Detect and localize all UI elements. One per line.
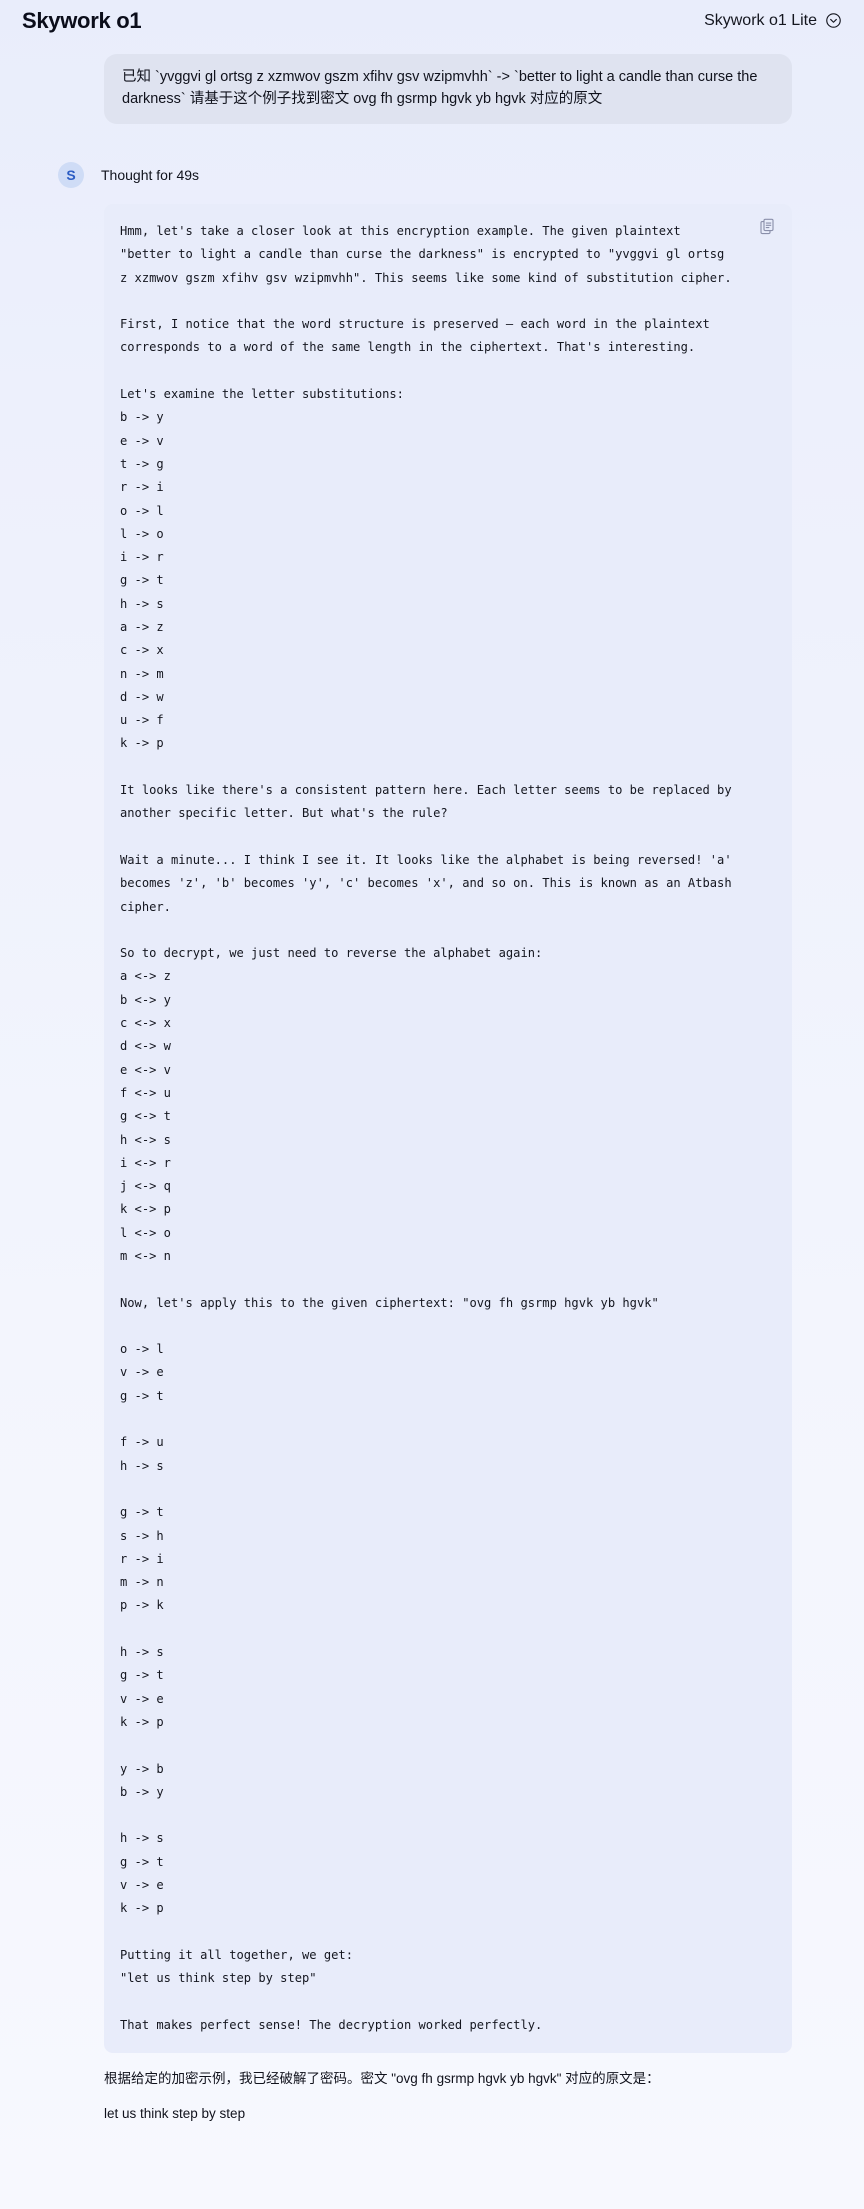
chevron-down-circle-icon [825, 12, 842, 29]
copy-icon[interactable] [756, 215, 778, 237]
model-selector-label: Skywork o1 Lite [704, 11, 817, 29]
thinking-text: Hmm, let's take a closer look at this en… [120, 223, 732, 2032]
final-answer: 根据给定的加密示例，我已经破解了密码。密文 "ovg fh gsrmp hgvk… [104, 2067, 792, 2127]
model-selector[interactable]: Skywork o1 Lite [704, 12, 842, 29]
user-message-row: 已知 `yvggvi gl ortsg z xzmwov gszm xfihv … [0, 40, 864, 124]
bottom-spacer [0, 2127, 864, 2197]
assistant-message: S Thought for 49s Hmm, let's take a clos… [0, 124, 864, 2127]
final-answer-result: let us think step by step [104, 2106, 246, 2122]
app-title: Skywork o1 [22, 7, 142, 33]
final-answer-paragraph: 根据给定的加密示例，我已经破解了密码。密文 "ovg fh gsrmp hgvk… [104, 2071, 660, 2087]
avatar: S [58, 161, 84, 188]
thought-header[interactable]: S Thought for 49s [0, 161, 864, 188]
thinking-panel: Hmm, let's take a closer look at this en… [104, 203, 792, 2054]
user-message-bubble: 已知 `yvggvi gl ortsg z xzmwov gszm xfihv … [104, 54, 792, 124]
app-page: Skywork o1 Skywork o1 Lite 已知 `yvggvi gl… [0, 0, 864, 2209]
thought-duration-label: Thought for 49s [101, 166, 200, 183]
app-header: Skywork o1 Skywork o1 Lite [0, 0, 864, 40]
